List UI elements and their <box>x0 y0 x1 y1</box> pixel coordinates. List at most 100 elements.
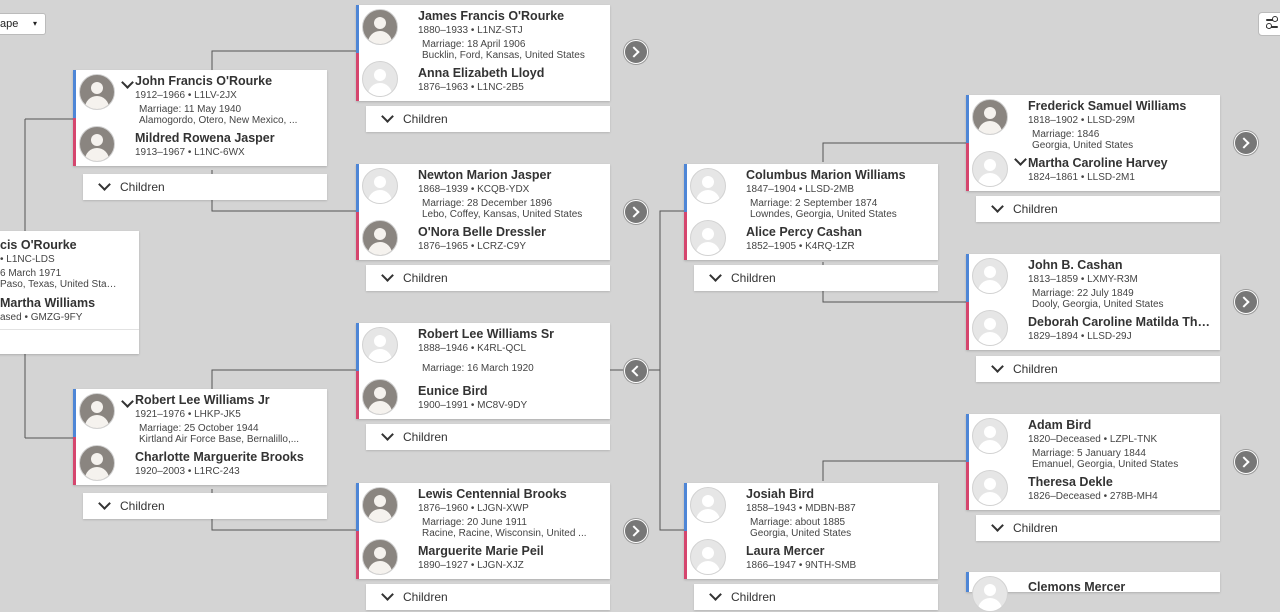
person-photo[interactable] <box>362 220 398 256</box>
wife-name[interactable]: Laura Mercer <box>746 544 932 558</box>
couple-card-john-mildred[interactable]: John Francis O'Rourke 1912–1966 • L1LV-2J… <box>73 70 327 166</box>
couple-card-adam-theresa[interactable]: Adam Bird 1820–Deceased • LZPL-TNK Marriag… <box>966 414 1220 510</box>
marriage-info: Marriage: 5 January 1844 Emanuel, Georgia… <box>1032 448 1212 470</box>
view-mode-select[interactable]: ape ▾ <box>0 13 46 35</box>
couple-card-robertjr-charlotte[interactable]: Robert Lee Williams Jr 1921–1976 • LHKP-J… <box>73 389 327 485</box>
chevron-down-icon <box>381 428 394 441</box>
wife-name[interactable]: Martha Caroline Harvey <box>1028 156 1214 170</box>
chevron-down-icon <box>98 497 111 510</box>
children-toggle-adam-theresa[interactable]: Children <box>976 515 1220 541</box>
person-placeholder-icon <box>362 61 398 97</box>
children-toggle-john-mildred[interactable]: Children <box>83 174 327 200</box>
chevron-down-icon <box>381 588 394 601</box>
wife-name[interactable]: Anna Elizabeth Lloyd <box>418 66 604 80</box>
settings-sliders-button[interactable] <box>1258 12 1280 36</box>
wife-row[interactable]: Eunice Bird 1900–1991 • MC8V-9DY <box>356 371 610 419</box>
husband-name[interactable]: John B. Cashan <box>1028 258 1214 272</box>
couple-card-obrien-lloyd[interactable]: James Francis O'Rourke 1880–1933 • L1NZ-S… <box>356 5 610 101</box>
wife-lifespan: 1826–Deceased • 278B-MH4 <box>1028 491 1158 502</box>
marriage-place: Racine, Racine, Wisconsin, United ... <box>422 528 587 539</box>
marriage-date: Marriage: 20 June 1911 <box>422 517 527 528</box>
person-photo[interactable] <box>79 393 115 429</box>
couple-card-jasper-dressler[interactable]: Newton Marion Jasper 1868–1939 • KCQB-YDX… <box>356 164 610 260</box>
expand-ancestors-arrow-icon[interactable] <box>624 519 648 543</box>
children-toggle-obrien-lloyd[interactable]: Children <box>366 106 610 132</box>
person-photo[interactable] <box>362 9 398 45</box>
husband-lifespan: 1820–Deceased • LZPL-TNK <box>1028 434 1158 445</box>
couple-card-columbus-alice[interactable]: Columbus Marion Williams 1847–1904 • LLSD… <box>684 164 938 260</box>
chevron-down-icon[interactable] <box>121 395 134 408</box>
husband-name[interactable]: Robert Lee Williams Jr <box>135 393 321 407</box>
marriage-place: Bucklin, Ford, Kansas, United States <box>422 50 585 61</box>
husband-name[interactable]: Lewis Centennial Brooks <box>418 487 604 501</box>
wife-name[interactable]: Charlotte Marguerite Brooks <box>135 450 321 464</box>
husband-name[interactable]: Josiah Bird <box>746 487 932 501</box>
marriage-place: Lebo, Coffey, Kansas, United States <box>422 209 583 220</box>
person-name[interactable]: Clemons Mercer <box>1028 580 1125 594</box>
husband-name[interactable]: Robert Lee Williams Sr <box>418 327 604 341</box>
husband-name[interactable]: Frederick Samuel Williams <box>1028 99 1214 113</box>
wife-lifespan: 1876–1963 • L1NC-2B5 <box>418 82 524 93</box>
wife-name[interactable]: Eunice Bird <box>418 384 604 398</box>
wife-name[interactable]: Theresa Dekle <box>1028 475 1214 489</box>
person-photo[interactable] <box>362 379 398 415</box>
marriage-info: Marriage: 1846 Georgia, United States <box>1032 129 1212 151</box>
husband-lifespan: 1858–1943 • MDBN-B87 <box>746 503 856 514</box>
marriage-place: Dooly, Georgia, United States <box>1032 299 1164 310</box>
wife-name[interactable]: O'Nora Belle Dressler <box>418 225 604 239</box>
children-label: Children <box>403 590 448 604</box>
marriage-info: Marriage: about 1885 Georgia, United Stat… <box>750 517 930 539</box>
wife-name[interactable]: Alice Percy Cashan <box>746 225 932 239</box>
marriage-info: Marriage: 16 March 1920 <box>422 363 602 374</box>
root-husband-name[interactable]: cis O'Rourke <box>0 238 77 252</box>
marriage-place: Emanuel, Georgia, United States <box>1032 459 1179 470</box>
couple-card-cashan-deborah[interactable]: John B. Cashan 1813–1859 • LXMY-R3M Marria… <box>966 254 1220 350</box>
collapse-ancestors-arrow-icon[interactable] <box>624 359 648 383</box>
husband-name[interactable]: Columbus Marion Williams <box>746 168 932 182</box>
children-toggle-williams-bird[interactable]: Children <box>366 424 610 450</box>
couple-card-brooks-peil[interactable]: Lewis Centennial Brooks 1876–1960 • LJGN-… <box>356 483 610 579</box>
children-toggle-robertjr-charlotte[interactable]: Children <box>83 493 327 519</box>
wife-name[interactable]: Marguerite Marie Peil <box>418 544 604 558</box>
husband-name[interactable]: Newton Marion Jasper <box>418 168 604 182</box>
expand-ancestors-arrow-icon[interactable] <box>624 40 648 64</box>
marriage-info: Marriage: 22 July 1849 Dooly, Georgia, Un… <box>1032 288 1212 310</box>
chevron-down-icon[interactable] <box>121 76 134 89</box>
expand-ancestors-arrow-icon[interactable] <box>1234 290 1258 314</box>
marriage-date: Marriage: 22 July 1849 <box>1032 288 1134 299</box>
children-toggle-jasper-dressler[interactable]: Children <box>366 265 610 291</box>
children-toggle-frederick-martha[interactable]: Children <box>976 196 1220 222</box>
expand-ancestors-arrow-icon[interactable] <box>1234 450 1258 474</box>
person-photo[interactable] <box>362 487 398 523</box>
chevron-down-icon[interactable] <box>1014 153 1027 166</box>
expand-ancestors-arrow-icon[interactable] <box>1234 131 1258 155</box>
person-placeholder-icon <box>972 418 1008 454</box>
husband-name[interactable]: James Francis O'Rourke <box>418 9 604 23</box>
couple-card-frederick-martha[interactable]: Frederick Samuel Williams 1818–1902 • LLS… <box>966 95 1220 191</box>
husband-name[interactable]: John Francis O'Rourke <box>135 74 321 88</box>
root-couple-card[interactable]: cis O'Rourke • L1NC-LDS 6 March 1971 Pas… <box>0 231 139 354</box>
marriage-place: Kirtland Air Force Base, Bernalillo,... <box>139 434 300 445</box>
expand-ancestors-arrow-icon[interactable] <box>624 200 648 224</box>
children-toggle-columbus-alice[interactable]: Children <box>694 265 938 291</box>
wife-name[interactable]: Mildred Rowena Jasper <box>135 131 321 145</box>
person-photo[interactable] <box>79 445 115 481</box>
person-photo[interactable] <box>362 539 398 575</box>
wife-name[interactable]: Deborah Caroline Matilda Tha… <box>1028 315 1214 329</box>
husband-name[interactable]: Adam Bird <box>1028 418 1214 432</box>
person-photo[interactable] <box>79 74 115 110</box>
children-label: Children <box>403 430 448 444</box>
children-label: Children <box>1013 362 1058 376</box>
wife-lifespan: 1866–1947 • 9NTH-SMB <box>746 560 857 571</box>
children-label: Children <box>731 590 776 604</box>
person-photo[interactable] <box>79 126 115 162</box>
wife-lifespan: 1890–1927 • LJGN-XJZ <box>418 560 524 571</box>
person-placeholder-icon <box>972 576 1008 612</box>
root-wife-name[interactable]: Martha Williams <box>0 296 95 310</box>
person-photo[interactable] <box>972 99 1008 135</box>
marriage-info: Marriage: 20 June 1911 Racine, Racine, Wi… <box>422 517 602 539</box>
children-toggle-cashan-deborah[interactable]: Children <box>976 356 1220 382</box>
couple-card-williams-bird[interactable]: Robert Lee Williams Sr 1888–1946 • K4RL-Q… <box>356 323 610 419</box>
couple-card-partial[interactable]: Clemons Mercer <box>966 572 1220 612</box>
couple-card-josiah-laura[interactable]: Josiah Bird 1858–1943 • MDBN-B87 Marriage:… <box>684 483 938 579</box>
